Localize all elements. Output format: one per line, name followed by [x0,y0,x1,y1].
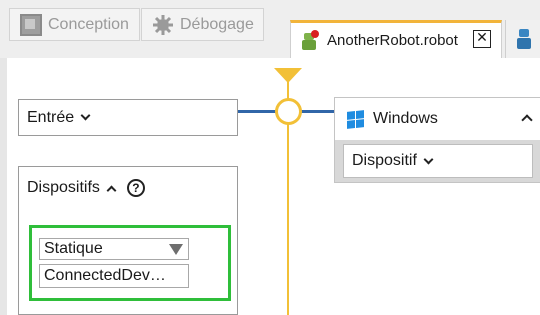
entree-dropdown[interactable]: Entrée [18,99,238,136]
robot-blue-icon [516,28,532,50]
flow-marker [274,68,302,83]
device-type-value: Statique [44,240,103,257]
entree-label: Entrée [27,108,75,126]
chevron-down-icon [423,154,434,164]
debug-tab[interactable]: Débogage [141,8,264,41]
close-icon[interactable]: ✕ [473,30,491,48]
help-icon[interactable]: ? [126,179,145,197]
robot-icon [300,29,319,52]
tab-another-robot[interactable]: AnotherRobot.robot ✕ [290,20,502,58]
chevron-up-icon[interactable] [521,114,533,126]
dispositifs-panel: Dispositifs ? Statique ConnectedDev… [18,166,238,315]
debug-gear-icon [152,14,174,36]
windows-title: Windows [373,110,438,127]
chevron-up-icon[interactable] [106,185,117,196]
left-margin [0,58,7,315]
conception-label: Conception [48,15,129,33]
device-type-select[interactable]: Statique [39,238,189,260]
dispositifs-label: Dispositifs [27,179,100,196]
chevron-down-icon [80,110,91,121]
conception-tab[interactable]: Conception [9,8,140,41]
debug-label: Débogage [180,15,254,33]
dropdown-triangle-icon [169,244,183,255]
windows-panel: Windows Dispositif [334,97,540,183]
highlight-box: Statique ConnectedDev… [29,225,231,301]
tab-label: AnotherRobot.robot [327,32,458,49]
top-toolbar: Conception Débogage AnotherRobot.robot ✕ [0,0,540,58]
windows-header[interactable]: Windows [335,98,540,140]
device-name-field[interactable]: ConnectedDev… [39,264,189,288]
dispositif-label: Dispositif [352,152,417,169]
conception-icon [20,13,42,36]
tab-other-robot[interactable] [505,20,540,58]
dispositifs-header[interactable]: Dispositifs ? [27,179,145,197]
dispositif-dropdown[interactable]: Dispositif [343,144,533,178]
windows-logo-icon [347,109,364,129]
flow-node[interactable] [275,98,302,125]
